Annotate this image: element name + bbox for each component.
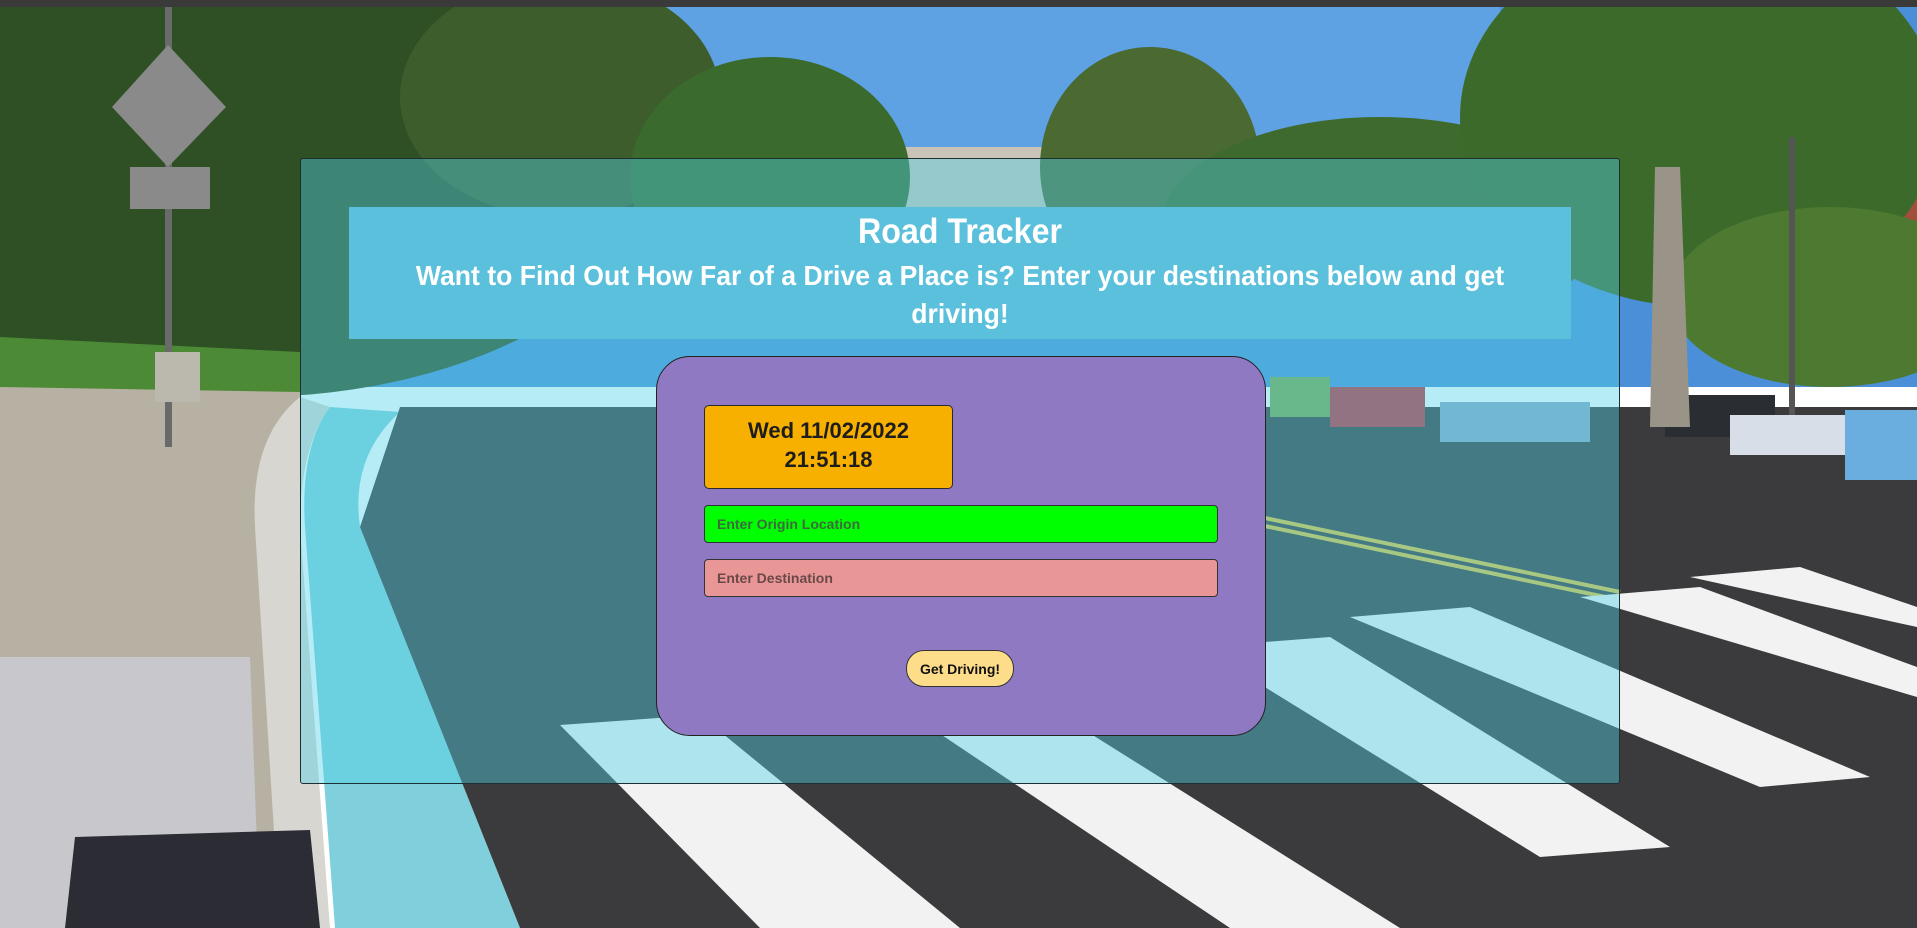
top-strip: [0, 0, 1917, 7]
header-banner: Road Tracker Want to Find Out How Far of…: [349, 207, 1571, 339]
page-title: Road Tracker: [857, 212, 1063, 251]
current-datetime: Wed 11/02/2022 21:51:18: [704, 405, 953, 489]
current-date: Wed 11/02/2022: [747, 418, 910, 443]
origin-input[interactable]: [704, 505, 1218, 543]
destination-input[interactable]: [704, 559, 1218, 597]
page-subtitle: Want to Find Out How Far of a Drive a Pl…: [415, 260, 1505, 329]
get-driving-button[interactable]: Get Driving!: [906, 650, 1014, 687]
page: Road Tracker Want to Find Out How Far of…: [0, 0, 1917, 928]
current-time: 21:51:18: [784, 447, 873, 472]
